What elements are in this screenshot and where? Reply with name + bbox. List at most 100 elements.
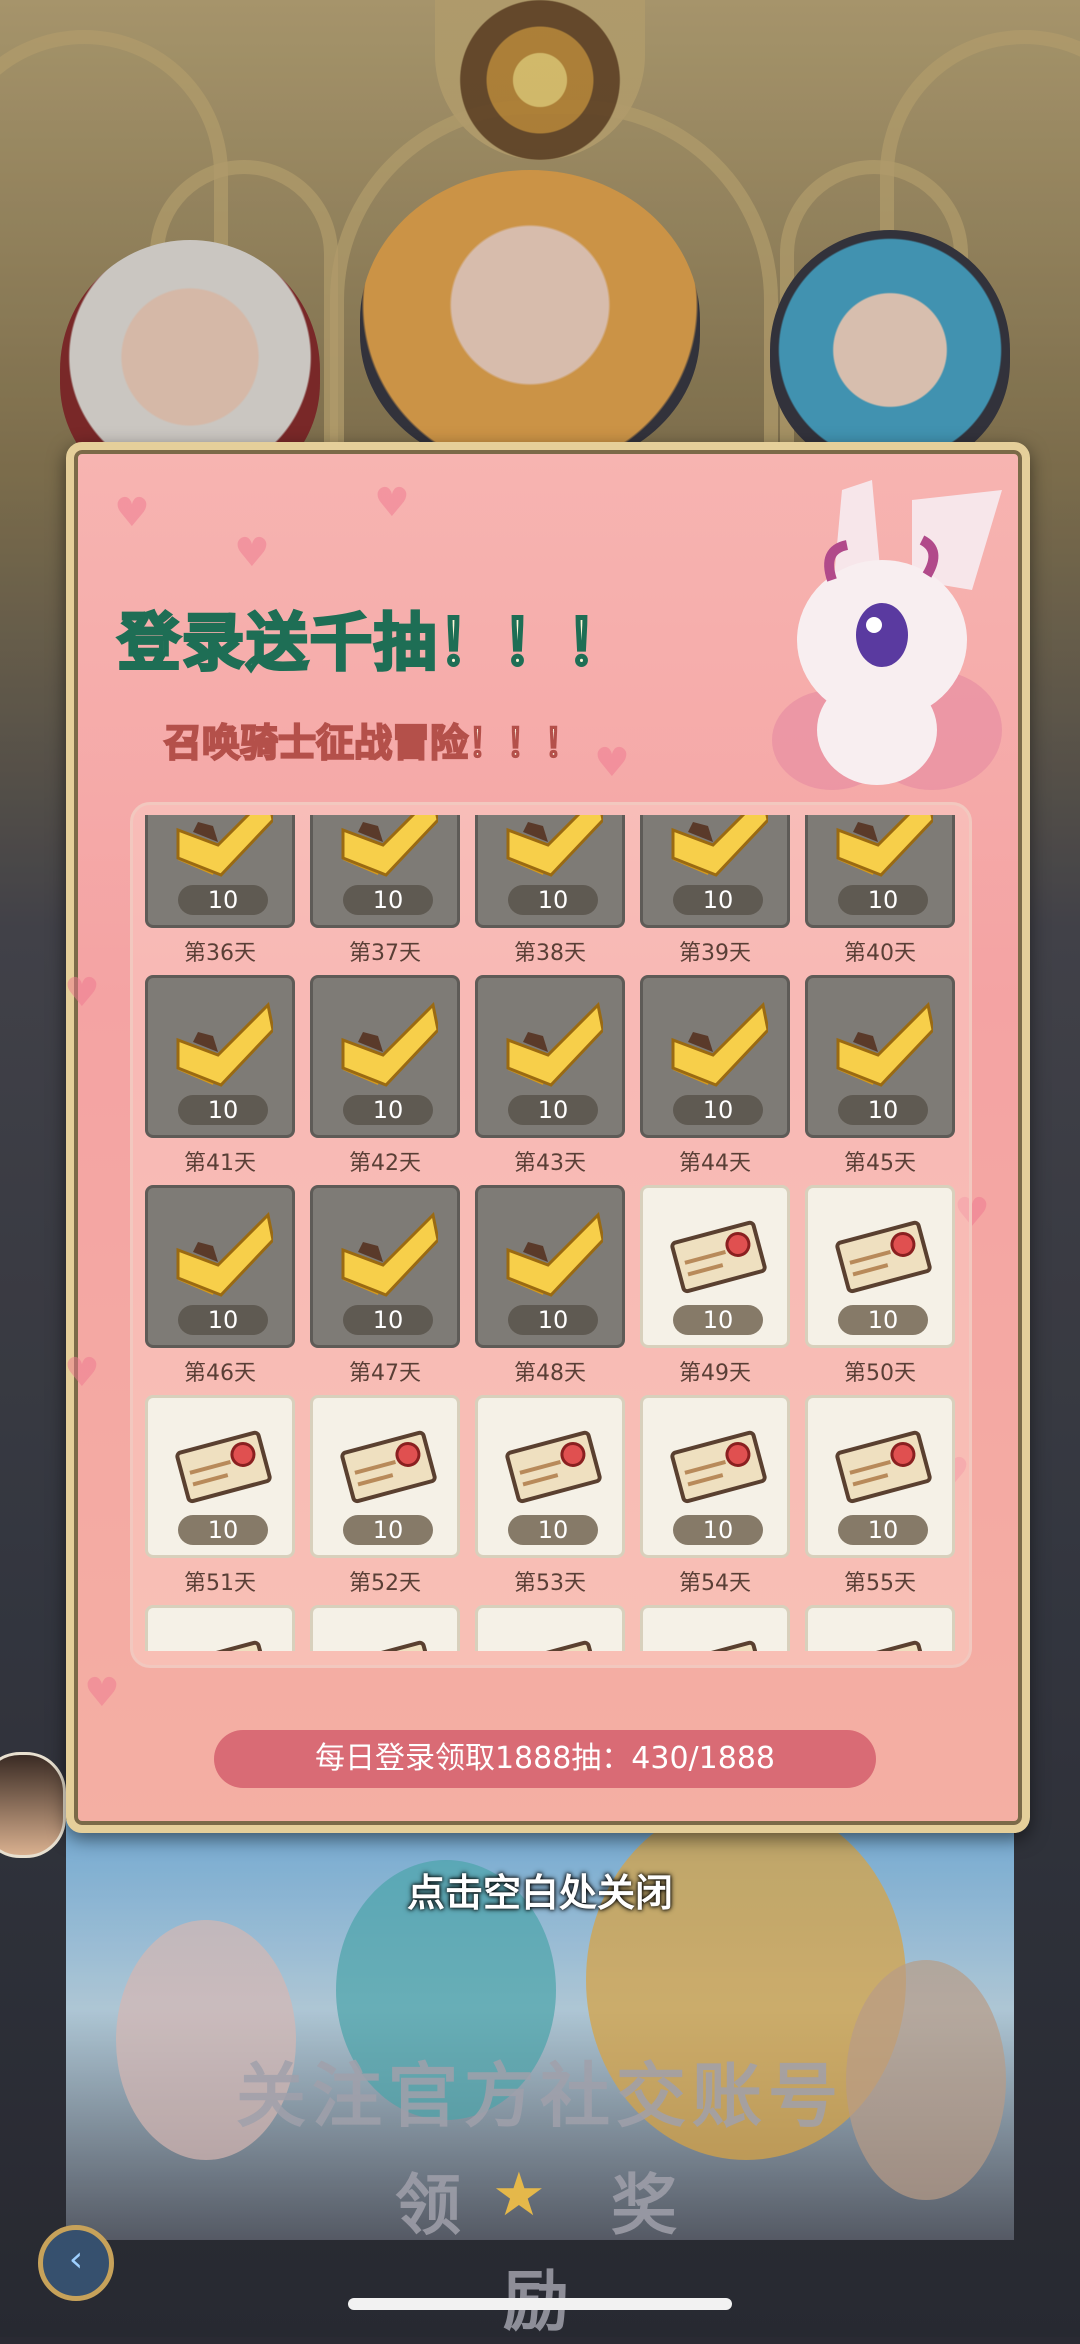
reward-amount: 10 [508,885,598,915]
reward-cell[interactable]: 10 第45天 [805,975,955,1185]
reward-day-label: 第46天 [184,1361,256,1386]
reward-amount: 10 [838,1095,928,1125]
gold-check-icon [833,1000,935,1090]
reward-cell[interactable]: 10 第46天 [145,1185,295,1395]
heart-decoration: ♥ [114,490,150,536]
summon-ticket-icon [668,1630,768,1651]
back-arrow-icon[interactable]: ‹ [38,2225,114,2301]
gold-check-icon [173,1000,275,1090]
summon-ticket-icon [833,1630,933,1651]
heart-decoration: ♥ [64,970,100,1016]
home-indicator[interactable] [348,2298,732,2310]
heart-decoration: ♥ [374,480,410,526]
gold-check-icon [173,1210,275,1300]
reward-cell[interactable]: 10 第48天 [475,1185,625,1395]
reward-tile[interactable]: 10 [475,1395,625,1558]
reward-cell[interactable] [310,1605,460,1651]
reward-amount: 10 [838,1515,928,1545]
reward-cell[interactable] [475,1605,625,1651]
reward-cell[interactable] [145,1605,295,1651]
reward-grid: 10 第36天 10 第37天 10 第38天 10 第39天 10 第40天 10 第41天 10 第4… [145,815,955,1651]
reward-tile[interactable]: 10 [310,1185,460,1348]
reward-cell[interactable]: 10 第53天 [475,1395,625,1605]
reward-tile[interactable] [475,1605,625,1651]
gold-check-icon [503,1000,605,1090]
reward-tile[interactable]: 10 [475,815,625,928]
reward-tile[interactable]: 10 [805,815,955,928]
reward-cell[interactable]: 10 第37天 [310,815,460,975]
reward-day-label: 第36天 [184,941,256,966]
reward-day-label: 第39天 [679,941,751,966]
summon-ticket-icon [503,1630,603,1651]
reward-grid-scroll[interactable]: 10 第36天 10 第37天 10 第38天 10 第39天 10 第40天 10 第41天 10 第4… [145,815,957,1651]
login-reward-popup: ♥ ♥ ♥ ♥ ♥ ♥ ♥ ♥ ♥ 登录送千抽！！！ 召唤骑士征战冒险！！！ 1… [64,442,1030,1833]
reward-tile[interactable]: 10 [640,815,790,928]
reward-tile[interactable]: 10 [145,815,295,928]
gold-check-icon [338,815,440,880]
reward-tile[interactable] [310,1605,460,1651]
reward-tile[interactable]: 10 [640,975,790,1138]
gold-check-icon [668,1000,770,1090]
reward-tile[interactable]: 10 [640,1185,790,1348]
reward-tile[interactable]: 10 [640,1395,790,1558]
reward-tile[interactable]: 10 [805,1185,955,1348]
reward-cell[interactable]: 10 第50天 [805,1185,955,1395]
reward-day-label: 第50天 [844,1361,916,1386]
reward-cell[interactable]: 10 第38天 [475,815,625,975]
reward-cell[interactable] [805,1605,955,1651]
reward-cell[interactable]: 10 第51天 [145,1395,295,1605]
reward-cell[interactable]: 10 第44天 [640,975,790,1185]
reward-cell[interactable] [640,1605,790,1651]
reward-amount: 10 [178,1515,268,1545]
reward-cell[interactable]: 10 第55天 [805,1395,955,1605]
reward-grid-frame: 10 第36天 10 第37天 10 第38天 10 第39天 10 第40天 10 第41天 10 第4… [130,802,972,1668]
reward-cell[interactable]: 10 第39天 [640,815,790,975]
popup-subtitle: 召唤骑士征战冒险！！！ [163,720,583,766]
reward-day-label: 第42天 [349,1151,421,1176]
reward-day-label: 第53天 [514,1571,586,1596]
reward-cell[interactable]: 10 第36天 [145,815,295,975]
reward-amount: 10 [673,1095,763,1125]
reward-tile[interactable]: 10 [145,1185,295,1348]
gold-check-icon [173,815,275,880]
reward-day-label: 第44天 [679,1151,751,1176]
reward-cell[interactable]: 10 第42天 [310,975,460,1185]
reward-tile[interactable]: 10 [805,975,955,1138]
reward-tile[interactable] [145,1605,295,1651]
reward-amount: 10 [508,1515,598,1545]
reward-tile[interactable]: 10 [310,975,460,1138]
reward-cell[interactable]: 10 第40天 [805,815,955,975]
reward-amount: 10 [508,1305,598,1335]
reward-tile[interactable]: 10 [310,1395,460,1558]
reward-tile[interactable]: 10 [145,1395,295,1558]
reward-amount: 10 [178,885,268,915]
reward-tile[interactable] [640,1605,790,1651]
reward-cell[interactable]: 10 第47天 [310,1185,460,1395]
reward-amount: 10 [343,1305,433,1335]
side-avatar[interactable] [0,1752,66,1858]
reward-day-label: 第43天 [514,1151,586,1176]
popup-title: 登录送千抽！！！ [116,605,631,681]
reward-cell[interactable]: 10 第52天 [310,1395,460,1605]
summon-ticket-icon [668,1420,768,1510]
reward-cell[interactable]: 10 第49天 [640,1185,790,1395]
summon-ticket-icon [833,1210,933,1300]
reward-tile[interactable] [805,1605,955,1651]
reward-cell[interactable]: 10 第43天 [475,975,625,1185]
close-hint[interactable]: 点击空白处关闭 [0,1862,1080,1917]
gold-check-icon [338,1000,440,1090]
reward-amount: 10 [178,1305,268,1335]
reward-cell[interactable]: 10 第54天 [640,1395,790,1605]
reward-tile[interactable]: 10 [805,1395,955,1558]
reward-tile[interactable]: 10 [310,815,460,928]
gold-check-icon [668,815,770,880]
reward-tile[interactable]: 10 [145,975,295,1138]
reward-day-label: 第40天 [844,941,916,966]
summon-ticket-icon [503,1420,603,1510]
reward-tile[interactable]: 10 [475,975,625,1138]
reward-day-label: 第38天 [514,941,586,966]
reward-cell[interactable]: 10 第41天 [145,975,295,1185]
reward-tile[interactable]: 10 [475,1185,625,1348]
heart-decoration: ♥ [594,740,630,786]
reward-amount: 10 [838,1305,928,1335]
